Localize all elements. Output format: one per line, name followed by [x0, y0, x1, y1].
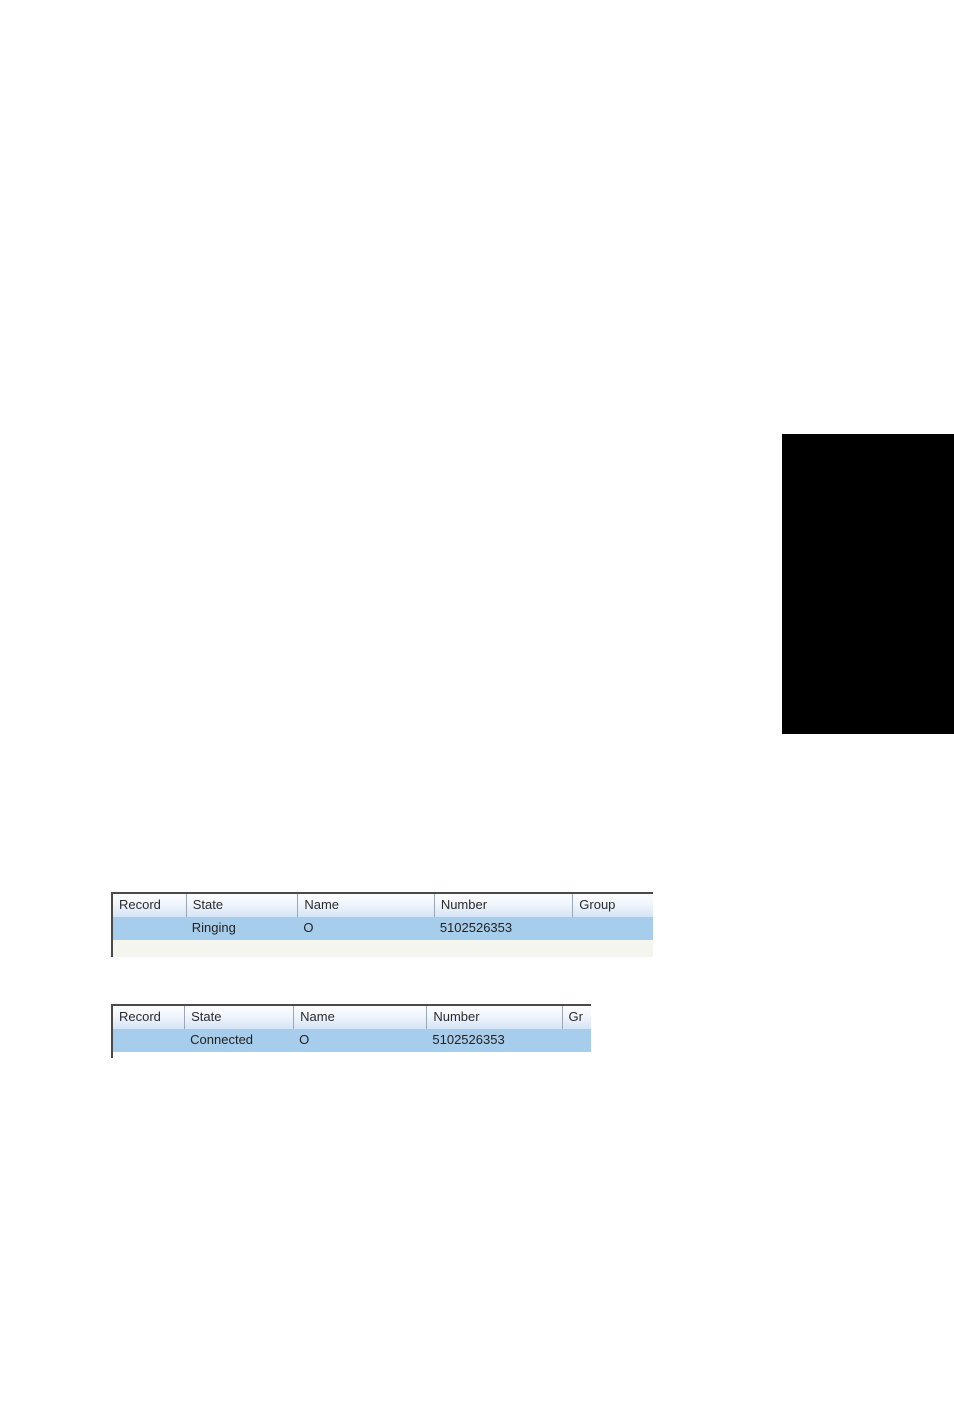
column-header-name[interactable]: Name — [293, 1006, 426, 1029]
cell-name: O — [293, 1030, 426, 1052]
cell-state: Ringing — [186, 918, 298, 940]
column-header-group[interactable]: Group — [572, 894, 653, 917]
cell-number: 5102526353 — [434, 918, 572, 940]
column-header-record[interactable]: Record — [113, 1006, 184, 1029]
table-header-row: Record State Name Number Gr — [113, 1006, 591, 1030]
cell-record — [113, 918, 186, 940]
cell-name: O — [297, 918, 433, 940]
table-row[interactable]: Connected O 5102526353 — [113, 1030, 591, 1052]
cell-number: 5102526353 — [426, 1030, 561, 1052]
cell-group — [572, 918, 653, 940]
column-header-record[interactable]: Record — [113, 894, 186, 917]
column-header-group[interactable]: Gr — [562, 1006, 591, 1029]
redacted-region — [782, 434, 954, 734]
column-header-name[interactable]: Name — [297, 894, 433, 917]
calls-table-ringing: Record State Name Number Group Ringing O… — [111, 892, 653, 957]
calls-table-connected: Record State Name Number Gr Connected O … — [111, 1004, 591, 1058]
table-empty-area — [113, 1052, 591, 1058]
cell-state: Connected — [184, 1030, 293, 1052]
table-header-row: Record State Name Number Group — [113, 894, 653, 918]
table-row[interactable]: Ringing O 5102526353 — [113, 918, 653, 940]
cell-group — [562, 1030, 591, 1052]
column-header-number[interactable]: Number — [426, 1006, 561, 1029]
column-header-state[interactable]: State — [184, 1006, 293, 1029]
column-header-state[interactable]: State — [186, 894, 298, 917]
cell-record — [113, 1030, 184, 1052]
table-empty-area — [113, 940, 653, 957]
column-header-number[interactable]: Number — [434, 894, 572, 917]
